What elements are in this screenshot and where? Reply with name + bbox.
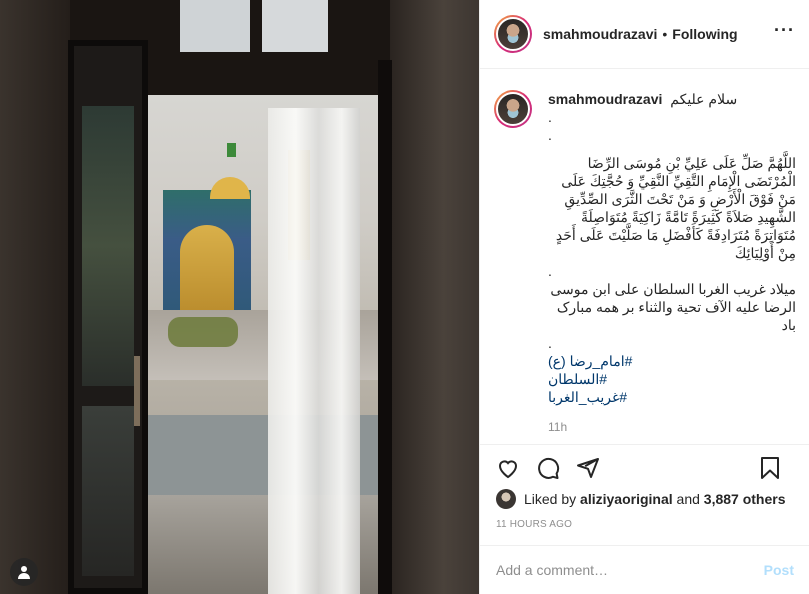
add-comment-bar: Post [480, 545, 809, 594]
caption-prayer: اللَّهُمَّ صَلِّ عَلَى عَلِيِّ بْنِ مُوس… [555, 155, 796, 261]
user-tag-icon[interactable] [10, 558, 38, 586]
caption-dot: . [548, 335, 552, 351]
hashtag-link[interactable]: #السلطان [548, 370, 796, 388]
caption-dot: . [548, 127, 552, 143]
photo-golden-dome [210, 177, 250, 199]
photo-wall-left [0, 0, 70, 594]
likes-and: and [676, 491, 700, 507]
caption-dot: . [548, 263, 552, 279]
avatar[interactable] [494, 15, 532, 53]
comment-icon[interactable] [536, 456, 560, 480]
caption-body: smahmoudrazavi سلام علیکم . . اللَّهُمَّ… [548, 90, 796, 436]
author-username[interactable]: smahmoudrazavi [543, 26, 657, 42]
caption-timestamp[interactable]: 11h [548, 418, 796, 436]
likes-summary: Liked by aliziyaoriginal and 3,887 other… [480, 489, 809, 509]
more-icon[interactable]: ··· [774, 20, 795, 41]
photo-transom-pane [180, 0, 250, 52]
post-comment-button[interactable]: Post [764, 562, 794, 578]
caption: smahmoudrazavi سلام علیکم . . اللَّهُمَّ… [494, 90, 796, 436]
photo-door-handle [134, 356, 140, 426]
post-actions: Liked by aliziyaoriginal and 3,887 other… [480, 444, 809, 554]
caption-hashtags: #امام_رضا (ع) #السلطان #غریب_الغربا [548, 352, 796, 406]
photo-door-glass [82, 406, 134, 576]
photo-green-flag [227, 143, 236, 157]
hashtag-link[interactable]: #غریب_الغربا [548, 388, 796, 406]
post-photo[interactable] [0, 0, 479, 594]
paper-plane-icon[interactable] [576, 456, 600, 480]
caption-dot: . [548, 109, 552, 125]
caption-greeting: سلام علیکم [670, 91, 738, 107]
comment-input[interactable] [496, 562, 764, 578]
following-button[interactable]: Following [672, 26, 737, 42]
photo-flowers [168, 317, 238, 347]
caption-username[interactable]: smahmoudrazavi [548, 91, 662, 107]
hashtag-link[interactable]: #امام_رضا (ع) [548, 352, 796, 370]
caption-birthday-text: میلاد غریب الغربا السلطان علی ابن موسی ا… [550, 281, 796, 333]
post-header: smahmoudrazavi • Following ··· [480, 0, 809, 69]
photo-open-door [68, 40, 148, 594]
post-sidebar: smahmoudrazavi • Following ··· smahmoudr… [479, 0, 809, 594]
photo-door-glass [82, 106, 134, 386]
likes-others-count[interactable]: 3,887 others [704, 491, 786, 507]
likes-prefix: Liked by [524, 491, 577, 507]
photo-golden-iwan [180, 225, 234, 317]
bookmark-icon[interactable] [758, 456, 782, 480]
photo-curtain [268, 108, 360, 594]
liker-username[interactable]: aliziyaoriginal [580, 491, 673, 507]
photo-door-frame-right [378, 60, 392, 594]
avatar[interactable] [494, 90, 532, 128]
separator-dot: • [662, 26, 668, 42]
heart-icon[interactable] [496, 456, 520, 480]
photo-wall-right [390, 0, 479, 594]
comments-area: smahmoudrazavi سلام علیکم . . اللَّهُمَّ… [480, 70, 809, 440]
liker-avatar[interactable] [496, 489, 516, 509]
photo-transom-pane [262, 0, 328, 52]
post-time-ago[interactable]: 11 HOURS AGO [480, 519, 809, 530]
